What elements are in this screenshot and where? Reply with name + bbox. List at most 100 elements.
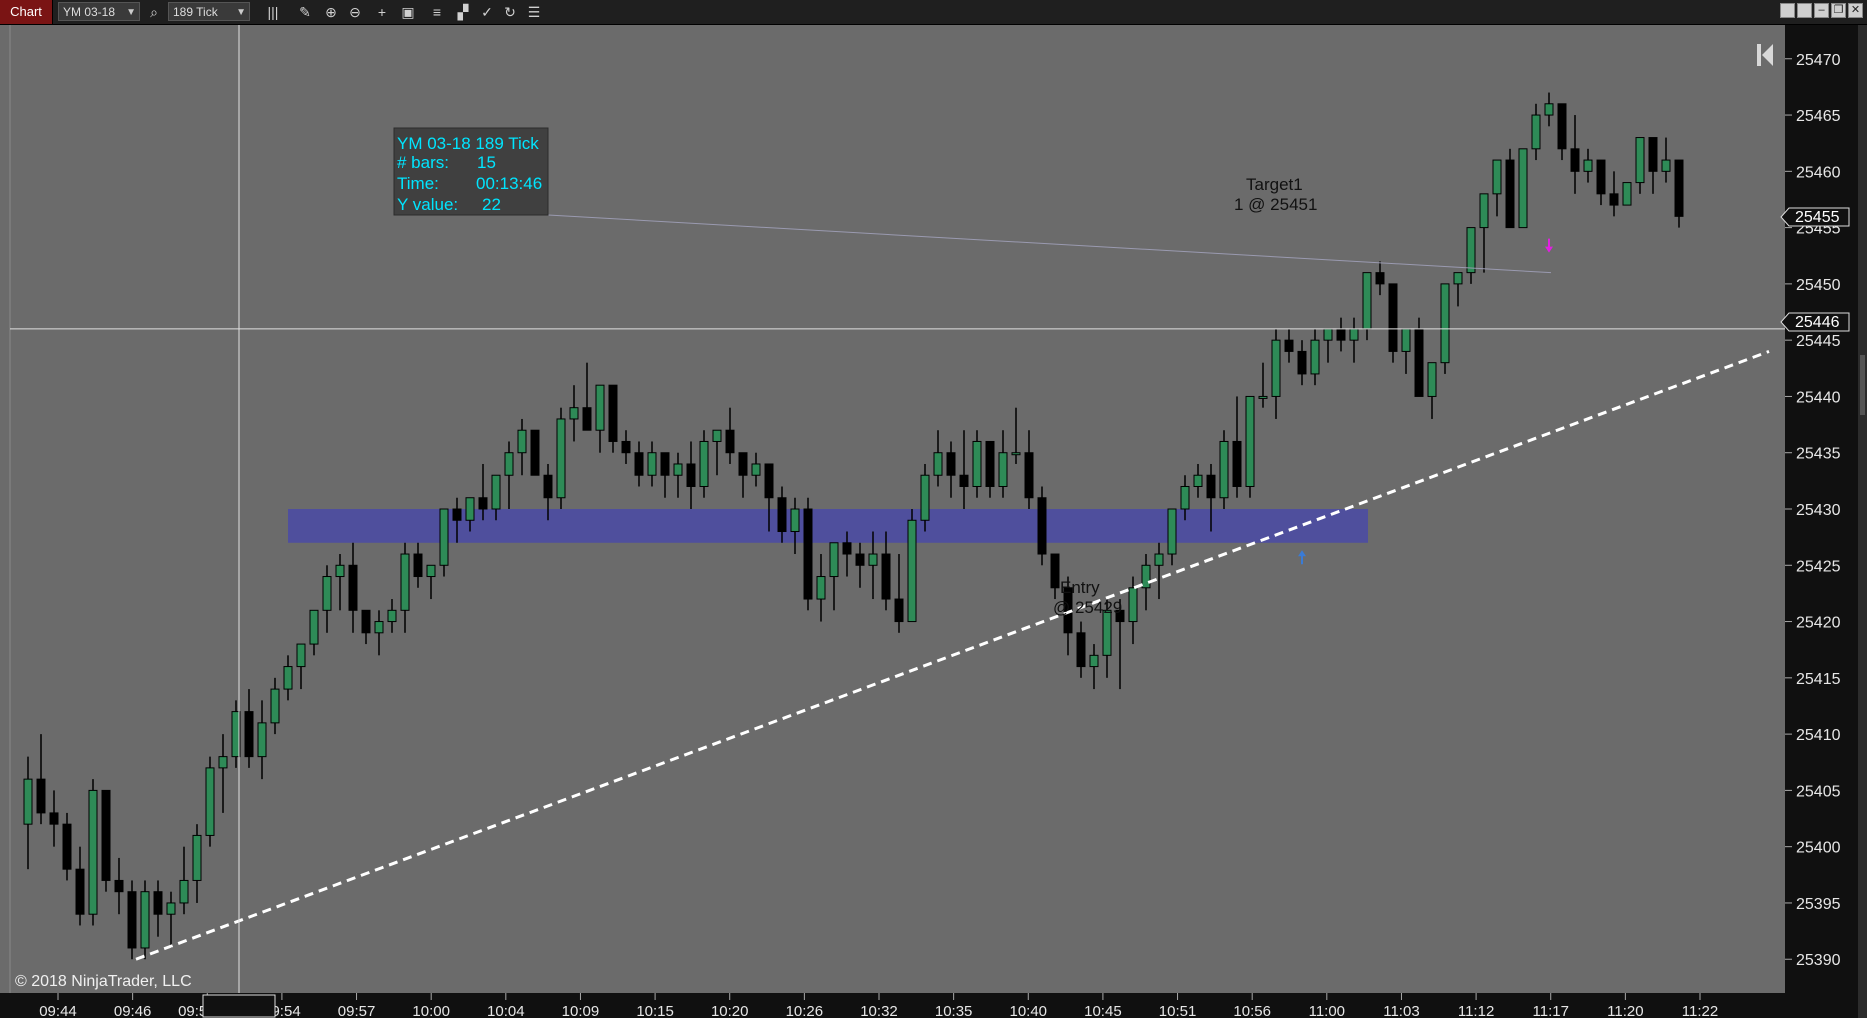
price-tick-label: 25425 — [1796, 558, 1841, 575]
time-tick-label: 10:00 — [412, 1003, 450, 1018]
minimize-icon[interactable]: – — [1814, 3, 1829, 18]
candle-body — [387, 609, 397, 623]
info-time-value: 00:13:46 — [476, 174, 542, 193]
candle-body — [894, 598, 904, 623]
bar-type-icon[interactable]: ||| — [263, 2, 283, 22]
candle — [101, 789, 111, 892]
candle-body — [88, 789, 98, 915]
list-icon[interactable]: ☰ — [524, 2, 544, 22]
chart-tab[interactable]: Chart — [0, 0, 53, 24]
instrument-value: YM 03-18 — [63, 5, 116, 19]
interval-selector[interactable]: 189 Tick ▼ — [168, 2, 250, 21]
candle-body — [1596, 159, 1606, 195]
strategies-icon[interactable]: ≡ — [427, 2, 447, 22]
candle-body — [1219, 440, 1229, 499]
candle-body — [1167, 508, 1177, 555]
last-price-badge: 25455 — [1780, 207, 1850, 227]
candle-body — [842, 542, 852, 555]
candle-body — [1479, 193, 1489, 229]
candle-body — [478, 497, 488, 510]
candle-body — [322, 576, 332, 611]
price-chart[interactable]: 25470 25465 25460 25455 25450 25445 25440 25435… — [0, 25, 1858, 1018]
candle-body — [803, 508, 813, 600]
candle-body — [1362, 272, 1372, 330]
candle-body — [777, 497, 787, 533]
candle-body — [1661, 159, 1671, 172]
time-tick-label: 10:15 — [636, 1003, 674, 1018]
candle-body — [1440, 283, 1450, 364]
candle-body — [855, 553, 865, 566]
candle-body — [1102, 609, 1112, 656]
zoom-out-icon[interactable]: ⊖ — [345, 2, 365, 22]
candle-body — [985, 440, 995, 487]
candle-body — [1453, 272, 1463, 285]
candle-body — [1206, 474, 1216, 499]
candle-body — [1557, 103, 1567, 150]
candle-body — [1544, 103, 1554, 116]
candle-body — [1583, 159, 1593, 172]
tile-icon[interactable] — [1797, 3, 1812, 18]
candle — [1037, 486, 1047, 566]
tile-icon[interactable] — [1780, 3, 1795, 18]
candle-body — [608, 384, 618, 442]
candle-body — [738, 452, 748, 476]
time-tick-label: 09:57 — [338, 1003, 376, 1018]
candle-body — [1323, 328, 1333, 341]
candle-body — [1401, 328, 1411, 352]
entry-label: Entry — [1060, 578, 1100, 597]
candle-body — [218, 756, 228, 769]
zoom-in-icon[interactable]: ⊕ — [321, 2, 341, 22]
candle — [907, 509, 917, 623]
drawing-tools-icon[interactable]: ✓ — [477, 2, 497, 22]
candle-body — [764, 463, 774, 499]
close-icon[interactable]: ✕ — [1848, 3, 1863, 18]
price-tick-label: 25395 — [1796, 896, 1841, 913]
time-tick-label: 10:51 — [1159, 1003, 1197, 1018]
candle-body — [725, 429, 735, 454]
candle-body — [335, 564, 345, 578]
info-title: YM 03-18 189 Tick — [397, 134, 539, 153]
candle-body — [1492, 159, 1502, 195]
vertical-scrollbar[interactable] — [1858, 25, 1867, 1018]
candle-body — [1388, 283, 1398, 352]
candle-body — [348, 564, 358, 611]
candle-body — [1570, 148, 1580, 172]
scrollbar-thumb[interactable] — [1860, 355, 1865, 415]
refresh-icon[interactable]: ↻ — [500, 2, 520, 22]
crosshair-icon[interactable]: + — [372, 2, 392, 22]
price-tick-label: 25450 — [1796, 277, 1841, 294]
price-tick-label: 25470 — [1796, 52, 1841, 69]
restore-icon[interactable]: ❐ — [1831, 3, 1846, 18]
candle-body — [1531, 114, 1541, 150]
candle-body — [1232, 440, 1242, 487]
candle-body — [1050, 553, 1060, 589]
candle-body — [1089, 654, 1099, 668]
time-tick-label: 10:26 — [786, 1003, 824, 1018]
candle-body — [556, 418, 566, 499]
pencil-icon[interactable]: ✎ — [295, 2, 315, 22]
indicators-icon[interactable]: ▞ — [453, 2, 473, 22]
candle — [556, 407, 566, 509]
candle — [205, 756, 215, 847]
price-tick-label: 25435 — [1796, 446, 1841, 463]
candle-body — [673, 463, 683, 476]
zone-layer — [288, 509, 1368, 543]
search-icon[interactable]: ⌕ — [144, 2, 164, 22]
candle-body — [1024, 452, 1034, 499]
support-zone[interactable] — [288, 509, 1368, 543]
time-tick-label: 10:40 — [1009, 1003, 1047, 1018]
candle-body — [439, 508, 449, 566]
price-tick-label: 25430 — [1796, 502, 1841, 519]
candle-body — [127, 891, 137, 949]
properties-icon[interactable]: ▣ — [398, 2, 418, 22]
candle-body — [1141, 564, 1151, 589]
crosshair-price-value: 25446 — [1795, 314, 1840, 331]
candle-body — [62, 823, 72, 870]
candle-body — [244, 711, 254, 758]
candle-body — [634, 452, 644, 476]
info-bars-value: 15 — [477, 153, 496, 172]
candle-body — [1609, 193, 1619, 206]
info-yvalue-label: Y value: — [397, 195, 458, 214]
instrument-selector[interactable]: YM 03-18 ▼ — [58, 2, 140, 21]
candle-body — [699, 440, 709, 487]
